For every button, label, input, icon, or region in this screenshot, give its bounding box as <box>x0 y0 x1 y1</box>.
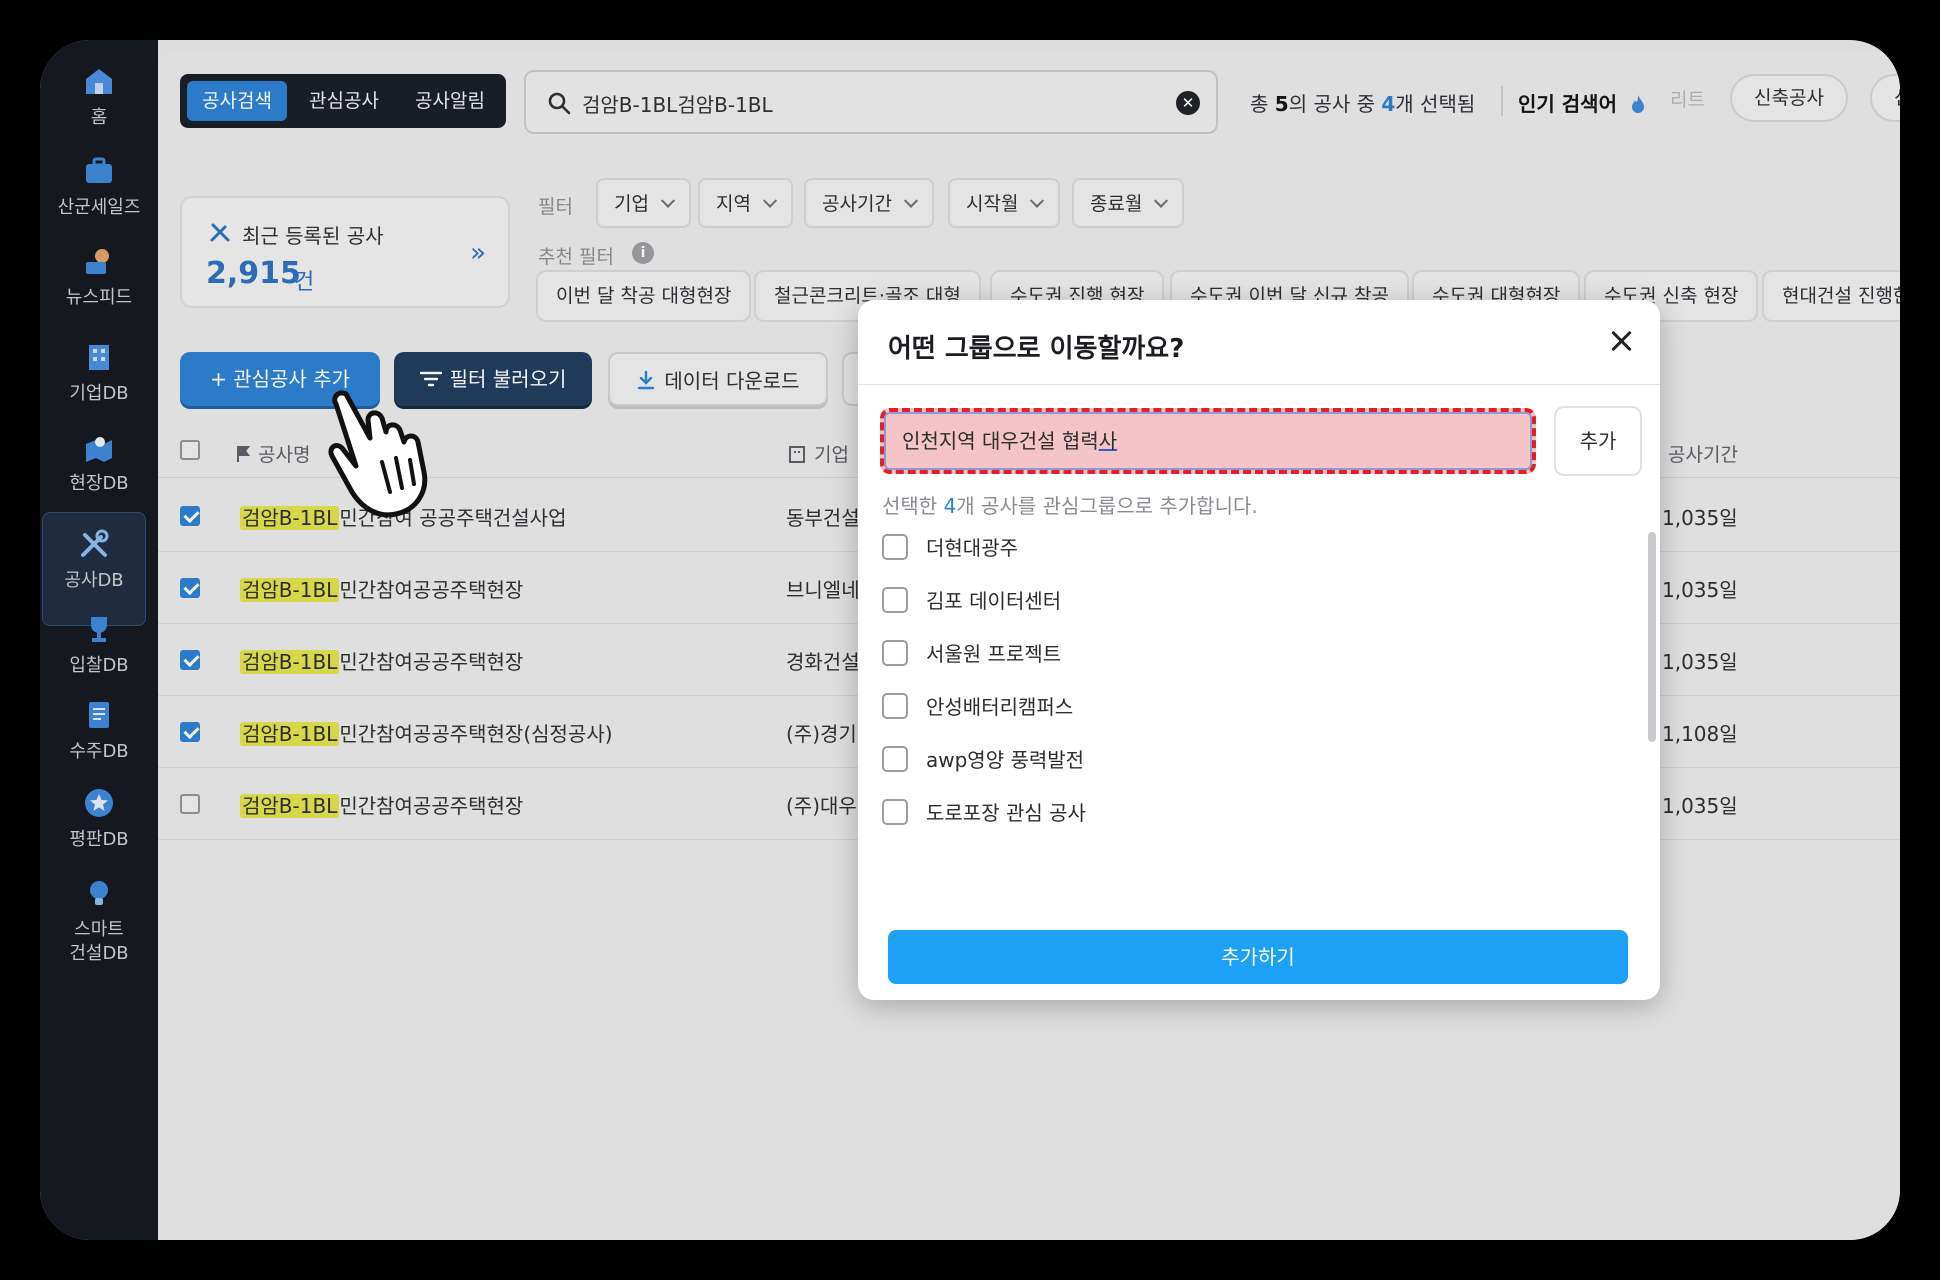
scrollbar[interactable] <box>1648 532 1656 742</box>
app-screen: 홈 산군세일즈 뉴스피드 기업DB 현장DB 공사DB 입찰DB 수주DB 평판… <box>40 40 1900 1240</box>
hint-count: 4 <box>943 494 957 518</box>
group-checkbox[interactable] <box>882 640 908 666</box>
group-list: 더현대광주 김포 데이터센터 서울원 프로젝트 안성배터리캠퍼스 awp영양 풍… <box>858 526 1660 926</box>
group-checkbox[interactable] <box>882 799 908 825</box>
group-checkbox[interactable] <box>882 693 908 719</box>
group-option-label: 더현대광주 <box>926 536 1018 560</box>
group-option-label: 서울원 프로젝트 <box>926 642 1062 666</box>
group-option-label: awp영양 풍력발전 <box>926 748 1085 772</box>
move-group-modal: 어떤 그룹으로 이동할까요? 인천지역 대우건설 협력사 추가 선택한 4개 공… <box>858 300 1660 1000</box>
group-checkbox[interactable] <box>882 534 908 560</box>
group-checkbox[interactable] <box>882 587 908 613</box>
add-group-button[interactable]: 추가 <box>1554 406 1642 476</box>
submit-add-button[interactable]: 추가하기 <box>888 930 1628 984</box>
group-name-input-composing: 사 <box>1098 429 1118 453</box>
group-option-label: 도로포장 관심 공사 <box>926 801 1086 825</box>
modal-title: 어떤 그룹으로 이동할까요? <box>888 334 1185 364</box>
group-option-label: 김포 데이터센터 <box>926 589 1062 613</box>
group-checkbox[interactable] <box>882 746 908 772</box>
device-frame: 홈 산군세일즈 뉴스피드 기업DB 현장DB 공사DB 입찰DB 수주DB 평판… <box>0 0 1940 1280</box>
hint-suffix: 개 공사를 관심그룹으로 추가합니다. <box>956 494 1258 518</box>
close-icon[interactable] <box>1606 326 1636 356</box>
group-name-input-text: 인천지역 대우건설 협력 <box>902 429 1099 453</box>
hint-prefix: 선택한 <box>882 494 944 518</box>
selection-hint: 선택한 4개 공사를 관심그룹으로 추가합니다. <box>882 490 1258 519</box>
group-name-input[interactable]: 인천지역 대우건설 협력사 <box>880 408 1536 474</box>
group-option-label: 안성배터리캠퍼스 <box>926 695 1074 719</box>
hand-pointer-icon <box>328 390 428 518</box>
divider <box>858 384 1660 385</box>
